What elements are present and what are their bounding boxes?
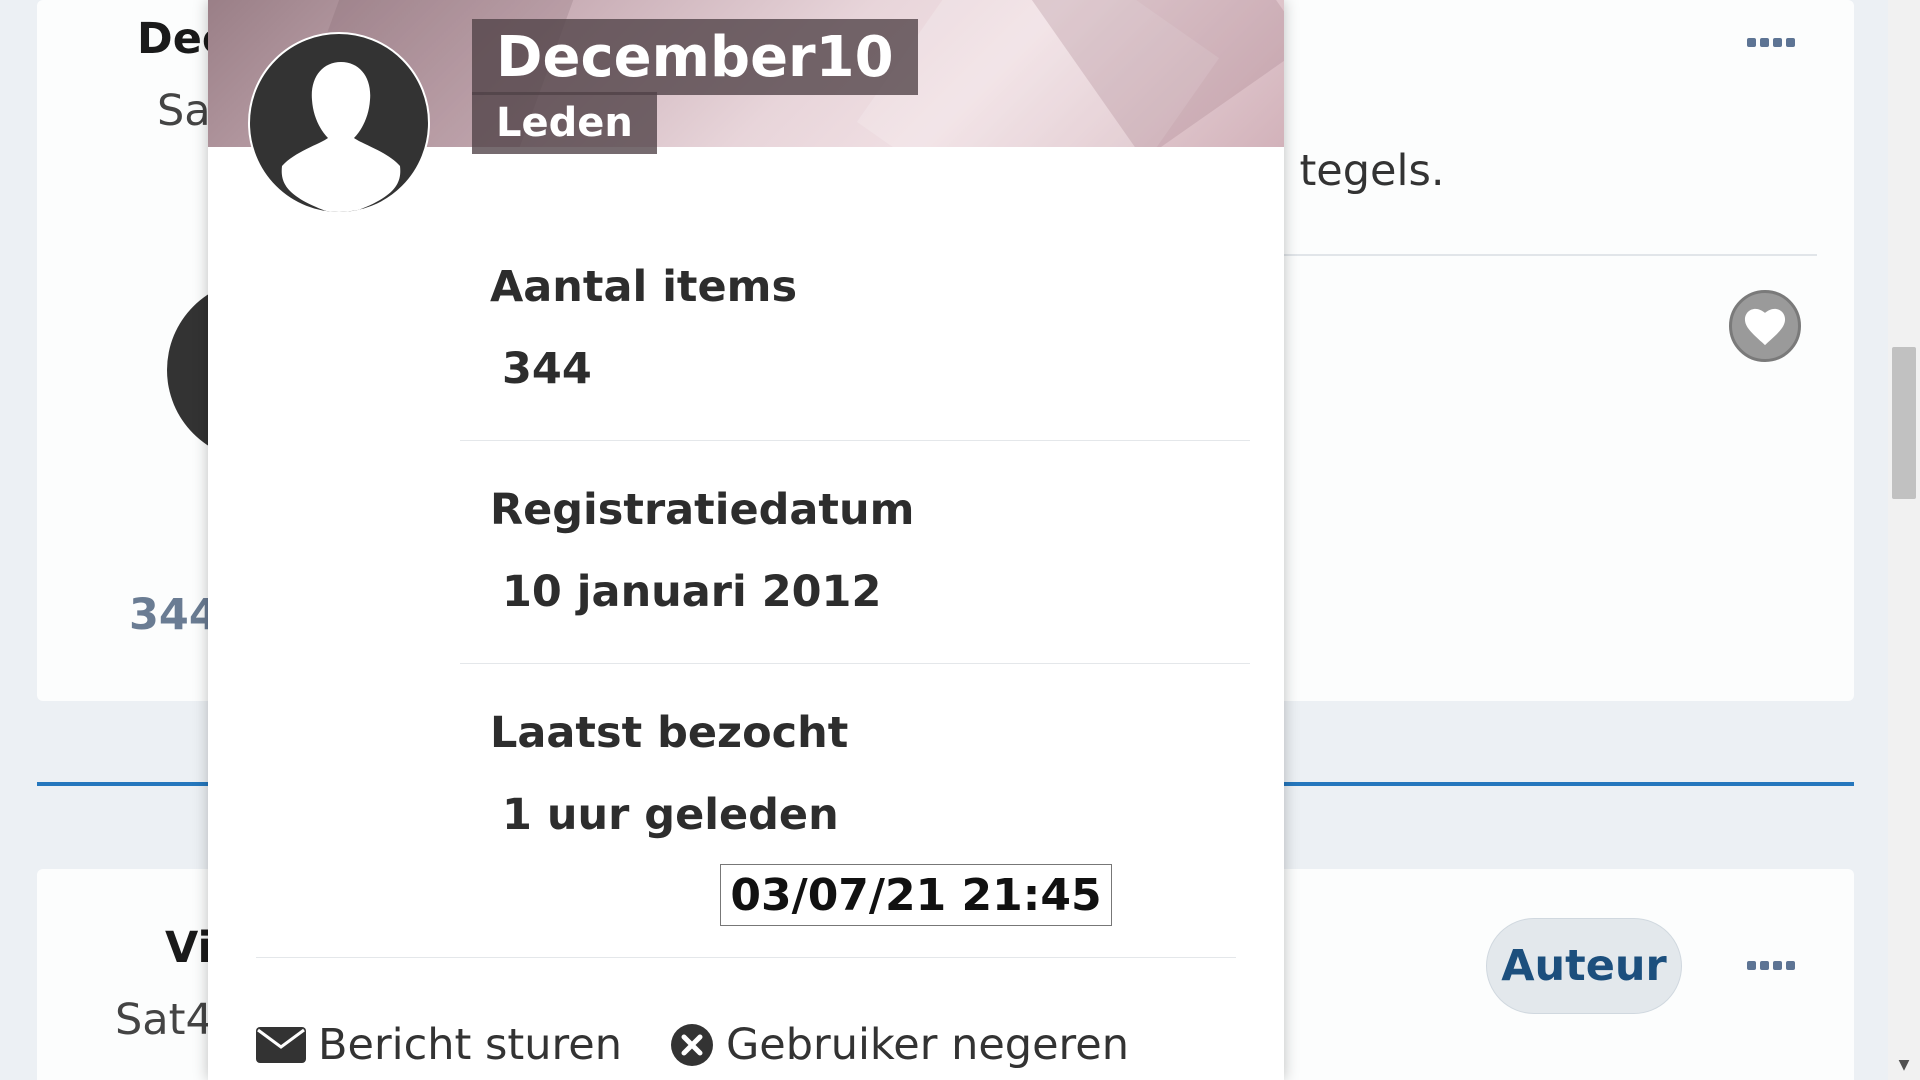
send-message-button[interactable]: Bericht sturen (256, 1020, 622, 1070)
like-button[interactable] (1729, 290, 1801, 362)
member-group: Leden (472, 92, 657, 154)
close-circle-icon (670, 1024, 713, 1066)
scroll-thumb[interactable] (1892, 347, 1916, 499)
ignore-user-button[interactable]: Gebruiker negeren (670, 1020, 1129, 1070)
page-scrollbar[interactable]: ▼ (1888, 0, 1920, 1080)
ignore-user-label: Gebruiker negeren (725, 1020, 1129, 1070)
stat-label-registration: Registratiedatum (490, 485, 915, 535)
member-actions: Bericht sturen Gebruiker negeren (256, 1020, 1129, 1070)
stat-value-items[interactable]: 344 (502, 344, 592, 394)
send-message-label: Bericht sturen (318, 1020, 622, 1070)
post-subtitle: Sa (157, 86, 211, 136)
post-subtitle: Sat4 (115, 995, 213, 1045)
last-visit-time-tooltip: 03/07/21 21:45 (720, 864, 1112, 926)
stat-divider (460, 440, 1250, 441)
member-avatar[interactable] (248, 32, 430, 214)
member-username[interactable]: December10 (472, 19, 918, 95)
stat-divider (460, 663, 1250, 664)
heart-icon (1744, 308, 1786, 346)
user-silhouette-icon (281, 62, 401, 212)
more-icon (1747, 961, 1756, 970)
stat-label-items: Aantal items (490, 262, 798, 312)
post-divider (1283, 254, 1817, 256)
stat-label-last-visit: Laatst bezocht (490, 708, 849, 758)
actions-divider (256, 957, 1236, 958)
post-body-text: ) tegels. (1269, 146, 1445, 196)
author-badge: Auteur (1486, 918, 1682, 1014)
post-count: 344 (129, 590, 219, 640)
more-options-button[interactable] (1747, 38, 1795, 47)
stat-value-registration: 10 januari 2012 (502, 567, 882, 617)
post-author[interactable]: Vi (165, 923, 212, 973)
envelope-icon (256, 1027, 306, 1063)
more-icon (1747, 38, 1756, 47)
stat-value-last-visit: 1 uur geleden (502, 790, 839, 840)
more-options-button[interactable] (1747, 961, 1795, 970)
scroll-down-arrow[interactable]: ▼ (1888, 1054, 1920, 1076)
member-tooltip: December10 Leden Aantal items 344 Regist… (208, 0, 1284, 1080)
